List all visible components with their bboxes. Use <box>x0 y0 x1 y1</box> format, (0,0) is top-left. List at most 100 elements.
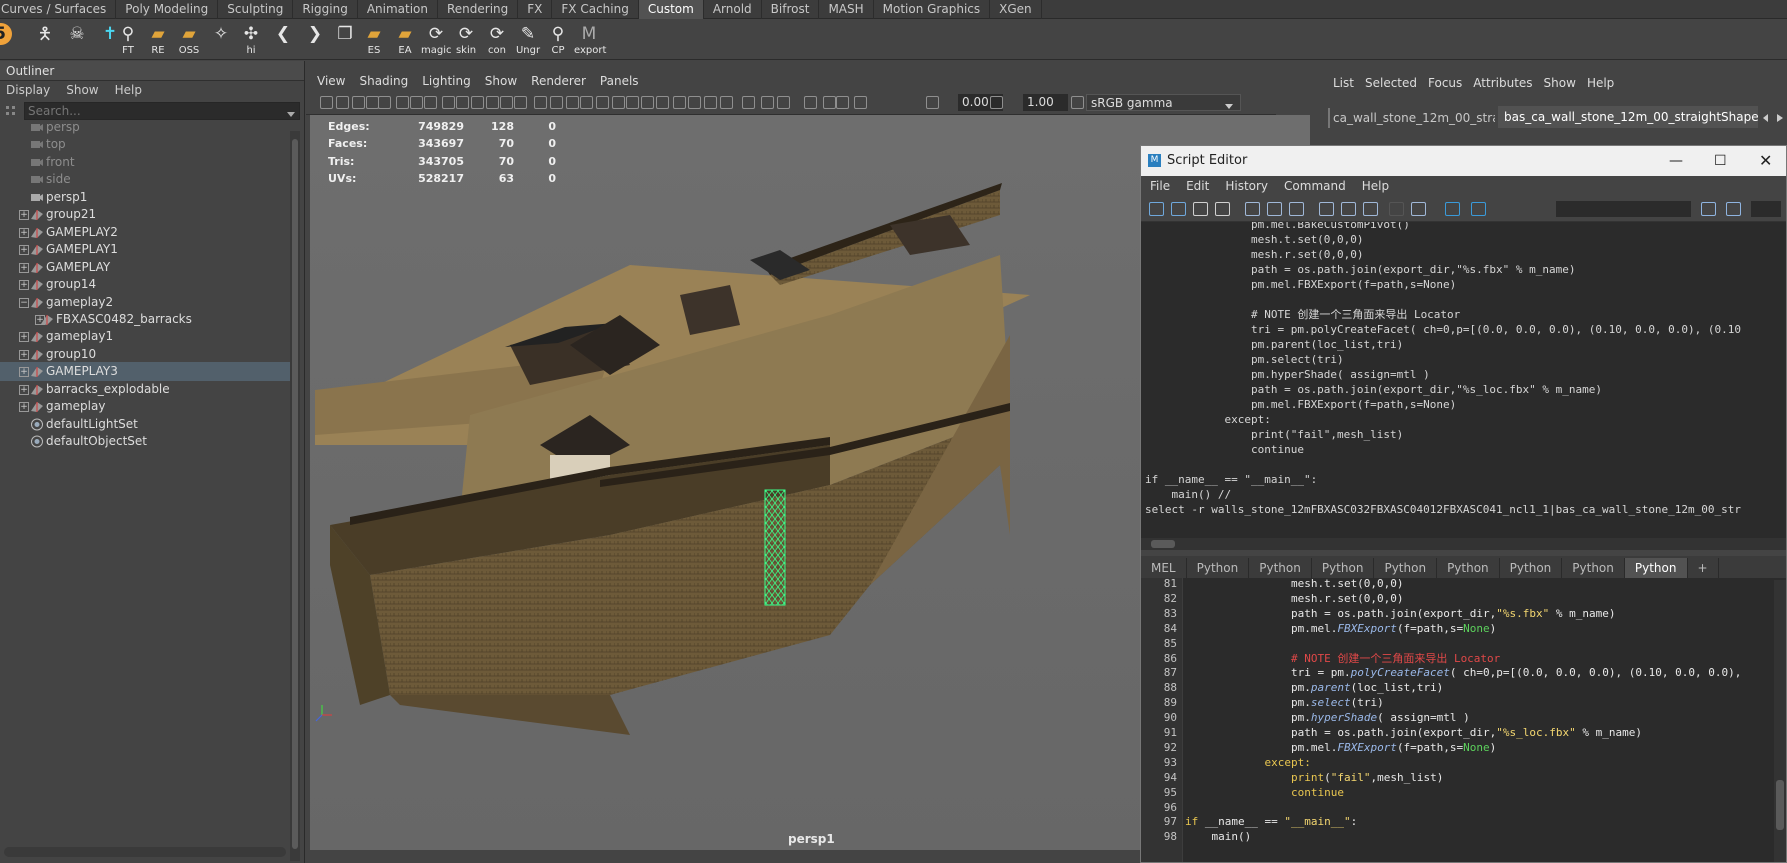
viewport-tool-icon[interactable] <box>396 96 409 109</box>
shelf-tab-custom[interactable]: Custom <box>638 0 704 19</box>
expand-icon[interactable]: + <box>19 332 29 343</box>
shelf-tab-rigging[interactable]: Rigging <box>293 0 358 19</box>
outliner-item-group21[interactable]: + group21 <box>0 205 290 224</box>
minimize-icon[interactable]: — <box>1669 146 1683 176</box>
tab-prev-icon[interactable] <box>1762 112 1770 126</box>
viewport-menu-panels[interactable]: Panels <box>600 74 639 88</box>
viewport-tool-icon[interactable] <box>456 96 469 109</box>
viewport-menu-view[interactable]: View <box>317 74 345 88</box>
skull-icon[interactable]: ☠ <box>62 23 92 57</box>
script-tool-icon[interactable] <box>1289 202 1304 216</box>
script-menu-file[interactable]: File <box>1150 179 1170 193</box>
ae-menu-attributes[interactable]: Attributes <box>1473 76 1532 90</box>
viewport-tool-icon[interactable] <box>804 96 817 109</box>
script-menu-history[interactable]: History <box>1225 179 1268 193</box>
filter-icon[interactable] <box>4 103 18 119</box>
ae-menu-show[interactable]: Show <box>1544 76 1576 90</box>
viewport-tool-icon[interactable] <box>742 96 755 109</box>
expand-icon[interactable]: + <box>19 349 29 360</box>
shelf-tab-bifrost[interactable]: Bifrost <box>762 0 820 19</box>
shelf-button-re[interactable]: ▰ RE <box>143 23 173 57</box>
outliner-item-defaultlightset[interactable]: defaultLightSet <box>0 415 290 434</box>
viewport-tool-icon[interactable] <box>534 96 547 109</box>
viewport-tool-icon[interactable] <box>378 96 391 109</box>
viewport-tool-icon[interactable] <box>777 96 790 109</box>
script-tool-icon[interactable] <box>1726 202 1741 216</box>
script-tool-icon[interactable] <box>1193 202 1208 216</box>
viewport-tool-icon[interactable] <box>442 96 455 109</box>
viewport-tool-icon[interactable] <box>641 96 654 109</box>
viewport-tool-icon[interactable] <box>612 96 625 109</box>
outliner-item-front[interactable]: front <box>0 153 290 172</box>
outliner-item-gameplay2[interactable]: − gameplay2 <box>0 293 290 312</box>
script-tool-icon[interactable] <box>1319 202 1334 216</box>
script-history-pane[interactable]: pm.mel.BakeCustomPivot() mesh.t.set(0,0,… <box>1141 222 1786 544</box>
script-search-field[interactable] <box>1556 201 1691 217</box>
shelf-number-icon[interactable]: 5 <box>0 23 18 57</box>
color-space-select[interactable]: sRGB gamma <box>1086 94 1241 111</box>
script-tool-icon[interactable] <box>1701 202 1716 216</box>
shelf-tab-curves-surfaces[interactable]: Curves / Surfaces <box>0 0 117 19</box>
outliner-item-gameplay1[interactable]: + GAMEPLAY1 <box>0 240 290 259</box>
viewport-tool-icon[interactable] <box>990 96 1003 109</box>
outliner-hscrollbar[interactable] <box>4 847 286 857</box>
script-tab-python[interactable]: Python <box>1437 558 1500 578</box>
shelf-tab-motion-graphics[interactable]: Motion Graphics <box>874 0 991 19</box>
expand-icon[interactable]: + <box>19 367 29 378</box>
script-tab-add[interactable]: + <box>1688 558 1719 578</box>
viewport-tool-icon[interactable] <box>471 96 484 109</box>
expand-icon[interactable]: + <box>19 245 29 256</box>
viewport-tool-icon[interactable] <box>673 96 686 109</box>
shelf-tab-rendering[interactable]: Rendering <box>438 0 519 19</box>
script-tool-icon[interactable] <box>1215 202 1230 216</box>
shelf-button-oss[interactable]: ▰ OSS <box>174 23 204 57</box>
viewport-tool-icon[interactable] <box>836 96 849 109</box>
shelf-tab-animation[interactable]: Animation <box>358 0 438 19</box>
viewport-tool-icon[interactable] <box>550 96 563 109</box>
script-menu-edit[interactable]: Edit <box>1186 179 1209 193</box>
viewport-tool-icon[interactable] <box>926 96 939 109</box>
human-figure-icon[interactable]: 🯅 <box>30 23 60 57</box>
shelf-tab-mash[interactable]: MASH <box>819 0 874 19</box>
script-tool-icon[interactable] <box>1149 202 1164 216</box>
viewport-tool-icon[interactable] <box>1071 96 1084 109</box>
shelf-tab-fx-caching[interactable]: FX Caching <box>552 0 639 19</box>
outliner-menu-help[interactable]: Help <box>115 81 142 99</box>
script-tab-python[interactable]: Python <box>1624 558 1688 578</box>
shelf-button-ea[interactable]: ▰ EA <box>390 23 420 57</box>
shelf-tool-icon[interactable]: ✧ <box>206 23 236 57</box>
outliner-item-defaultobjectset[interactable]: defaultObjectSet <box>0 432 290 451</box>
viewport-tool-icon[interactable] <box>688 96 701 109</box>
viewport-tool-icon[interactable] <box>336 96 349 109</box>
expand-icon[interactable]: + <box>19 210 29 221</box>
ae-menu-list[interactable]: List <box>1333 76 1354 90</box>
viewport-tool-icon[interactable] <box>704 96 717 109</box>
viewport-tool-icon[interactable] <box>580 96 593 109</box>
shelf-tab-sculpting[interactable]: Sculpting <box>218 0 294 19</box>
script-tab-python[interactable]: Python <box>1374 558 1438 578</box>
collapse-icon[interactable]: − <box>19 297 29 308</box>
shelf-button-ungr[interactable]: ✎ Ungr <box>513 23 543 57</box>
script-tool-icon[interactable] <box>1267 202 1282 216</box>
ae-menu-selected[interactable]: Selected <box>1365 76 1417 90</box>
viewport-menu-lighting[interactable]: Lighting <box>422 74 471 88</box>
script-tool-icon[interactable] <box>1171 202 1186 216</box>
viewport-tool-icon[interactable] <box>352 96 365 109</box>
outliner-item-gameplay[interactable]: + gameplay <box>0 397 290 416</box>
shelf-tool-icon[interactable]: ❯ <box>300 23 330 57</box>
shelf-button-ft[interactable]: ⚲ FT <box>113 23 143 57</box>
outliner-item-gameplay3[interactable]: + GAMEPLAY3 <box>0 362 290 382</box>
outliner-item-barracks-explodable[interactable]: + barracks_explodable <box>0 380 290 399</box>
script-tab-python[interactable]: Python <box>1500 558 1563 578</box>
outliner-item-gameplay[interactable]: + GAMEPLAY <box>0 258 290 277</box>
expand-icon[interactable]: + <box>19 262 29 273</box>
script-tool-icon[interactable] <box>1411 202 1426 216</box>
script-tab-mel[interactable]: MEL <box>1141 558 1187 578</box>
shelf-button-export[interactable]: Mexport <box>574 23 606 57</box>
outliner-item-persp1[interactable]: persp1 <box>0 188 290 207</box>
viewport-tool-icon[interactable] <box>566 96 579 109</box>
viewport-tool-icon[interactable] <box>486 96 499 109</box>
viewport-tool-icon[interactable] <box>761 96 774 109</box>
script-tool-icon[interactable] <box>1245 202 1260 216</box>
script-tab-python[interactable]: Python <box>1312 558 1375 578</box>
